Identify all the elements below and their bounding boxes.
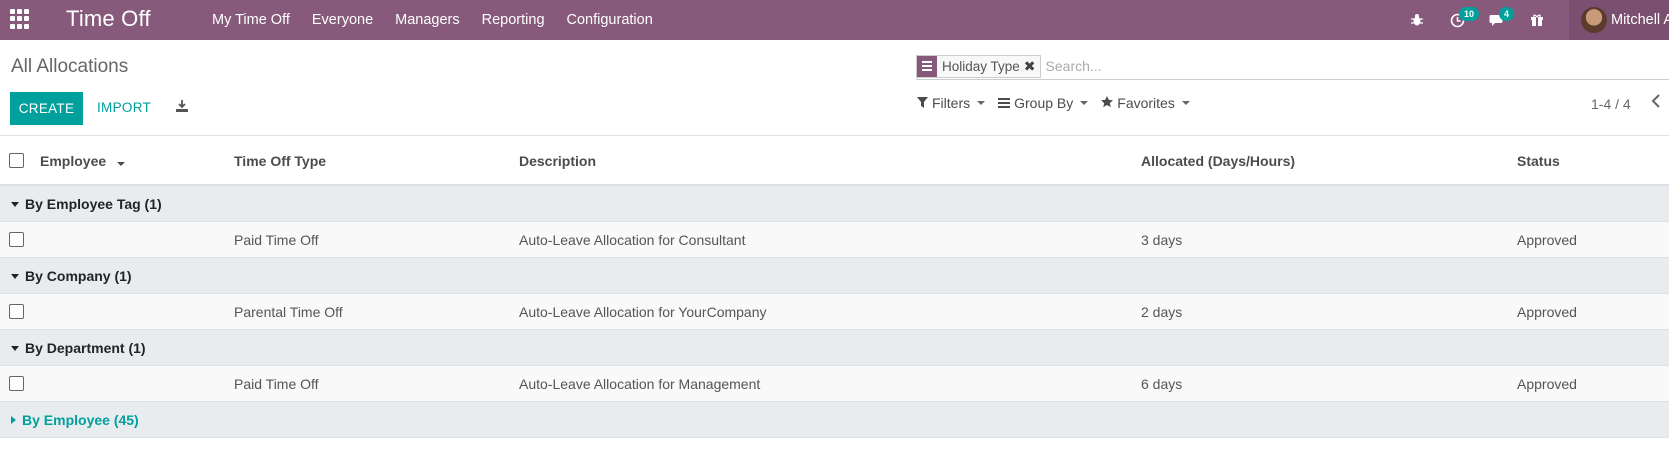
- row-checkbox[interactable]: [9, 304, 24, 319]
- search-options: Filters Group By Favorites: [917, 95, 1203, 111]
- top-navbar: Time Off My Time Off Everyone Managers R…: [0, 0, 1669, 40]
- systray: 10 4 Mitchell Admin: [1397, 0, 1669, 40]
- chevron-down-icon: [1080, 101, 1089, 105]
- messages-chat-icon[interactable]: 4: [1477, 0, 1517, 40]
- cell-status: Approved: [1517, 376, 1577, 392]
- filters-label: Filters: [932, 95, 971, 111]
- table-row[interactable]: Paid Time Off Auto-Leave Allocation for …: [0, 222, 1669, 258]
- star-icon: [1101, 95, 1114, 111]
- group-label: By Employee Tag (1): [25, 196, 162, 212]
- menu-item-reporting[interactable]: Reporting: [482, 12, 545, 28]
- user-avatar: [1581, 7, 1607, 33]
- cell-allocated: 3 days: [1141, 232, 1183, 248]
- group-row-department[interactable]: By Department (1): [0, 330, 1669, 366]
- activity-clock-icon[interactable]: 10: [1437, 0, 1480, 40]
- facet-remove-icon[interactable]: ✖: [1024, 58, 1040, 75]
- apps-menu-icon[interactable]: [10, 9, 30, 29]
- activity-badge: 10: [1459, 7, 1480, 21]
- group-label: By Company (1): [25, 268, 132, 284]
- chevron-down-icon: [1181, 101, 1190, 105]
- group-row-employee-tag[interactable]: By Employee Tag (1): [0, 186, 1669, 222]
- cell-allocated: 6 days: [1141, 376, 1183, 392]
- groupby-label: Group By: [1014, 95, 1074, 111]
- table-row[interactable]: Parental Time Off Auto-Leave Allocation …: [0, 294, 1669, 330]
- allocations-list: Employee Time Off Type Description Alloc…: [0, 137, 1669, 448]
- search-facet-groupby: Holiday Type ✖: [916, 54, 1041, 78]
- sort-down-icon: [117, 162, 126, 166]
- table-header: Employee Time Off Type Description Alloc…: [0, 137, 1669, 186]
- filters-dropdown[interactable]: Filters: [917, 95, 986, 111]
- pager-previous-icon[interactable]: [1651, 94, 1661, 113]
- cell-status: Approved: [1517, 232, 1577, 248]
- caret-down-icon: [11, 201, 19, 207]
- pager-value[interactable]: 1-4 / 4: [1591, 96, 1631, 112]
- cell-allocated: 2 days: [1141, 304, 1183, 320]
- main-menu: My Time Off Everyone Managers Reporting …: [212, 0, 675, 40]
- breadcrumb: All Allocations: [11, 56, 129, 77]
- search-input[interactable]: [1045, 58, 1446, 74]
- column-employee[interactable]: Employee: [40, 153, 126, 169]
- menu-item-my-time-off[interactable]: My Time Off: [212, 12, 290, 28]
- column-allocated[interactable]: Allocated (Days/Hours): [1141, 153, 1295, 169]
- favorites-label: Favorites: [1117, 95, 1175, 111]
- import-button[interactable]: IMPORT: [97, 100, 151, 115]
- group-row-employee[interactable]: By Employee (45): [0, 402, 1669, 438]
- menu-item-configuration[interactable]: Configuration: [567, 12, 653, 28]
- create-button[interactable]: CREATE: [10, 92, 83, 125]
- group-label: By Employee (45): [22, 412, 139, 428]
- select-all-checkbox[interactable]: [9, 153, 24, 168]
- column-employee-label: Employee: [40, 153, 107, 169]
- filter-funnel-icon: [917, 96, 928, 111]
- cell-description: Auto-Leave Allocation for Consultant: [519, 232, 746, 248]
- column-description[interactable]: Description: [519, 153, 596, 169]
- user-menu[interactable]: Mitchell Admin: [1569, 0, 1669, 40]
- favorites-dropdown[interactable]: Favorites: [1101, 95, 1190, 111]
- search-bar: Holiday Type ✖: [916, 53, 1669, 80]
- cell-status: Approved: [1517, 304, 1577, 320]
- cell-description: Auto-Leave Allocation for Management: [519, 376, 761, 392]
- messages-badge: 4: [1499, 7, 1515, 21]
- cell-type: Paid Time Off: [234, 376, 319, 392]
- user-name: Mitchell Admin: [1611, 12, 1669, 28]
- chevron-down-icon: [977, 101, 986, 105]
- cell-type: Paid Time Off: [234, 232, 319, 248]
- groupby-dropdown[interactable]: Group By: [998, 95, 1089, 111]
- debug-bug-icon[interactable]: [1397, 0, 1437, 40]
- cell-type: Parental Time Off: [234, 304, 343, 320]
- gift-icon[interactable]: [1517, 0, 1557, 40]
- menu-item-everyone[interactable]: Everyone: [312, 12, 373, 28]
- control-panel: All Allocations Holiday Type ✖ CREATE IM…: [0, 40, 1669, 136]
- row-checkbox[interactable]: [9, 376, 24, 391]
- caret-down-icon: [11, 345, 19, 351]
- column-status[interactable]: Status: [1517, 153, 1560, 169]
- row-checkbox[interactable]: [9, 232, 24, 247]
- menu-item-managers[interactable]: Managers: [395, 12, 459, 28]
- column-time-off-type[interactable]: Time Off Type: [234, 153, 326, 169]
- app-title[interactable]: Time Off: [66, 6, 151, 32]
- groupby-list-icon: [917, 55, 937, 77]
- download-icon[interactable]: [175, 99, 189, 115]
- table-row[interactable]: Paid Time Off Auto-Leave Allocation for …: [0, 366, 1669, 402]
- cell-description: Auto-Leave Allocation for YourCompany: [519, 304, 767, 320]
- list-footer: [0, 438, 1669, 448]
- facet-label: Holiday Type: [942, 58, 1020, 74]
- group-row-company[interactable]: By Company (1): [0, 258, 1669, 294]
- bars-icon: [998, 96, 1011, 111]
- group-label: By Department (1): [25, 340, 146, 356]
- caret-down-icon: [11, 273, 19, 279]
- caret-right-icon: [11, 416, 16, 424]
